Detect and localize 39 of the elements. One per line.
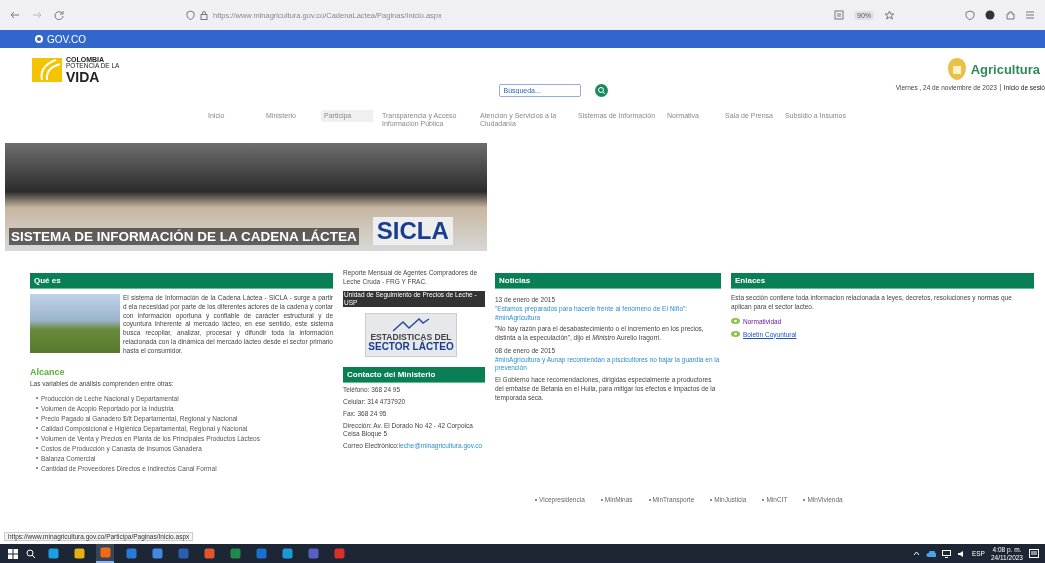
brand-name: Agricultura <box>970 61 1040 77</box>
app-icon[interactable] <box>229 548 241 559</box>
eye-icon[interactable] <box>731 318 740 325</box>
banner-title: SISTEMA DE INFORMACIÓN DE LA CADENA LÁCTEA <box>9 228 359 245</box>
section-heading: Noticias <box>495 273 721 289</box>
back-icon[interactable] <box>10 10 20 20</box>
app-icon[interactable] <box>203 548 215 559</box>
section-heading: Contacto del Ministerio <box>343 367 485 384</box>
search-icon[interactable] <box>26 548 36 559</box>
shield-icon[interactable] <box>186 10 195 20</box>
shield-icon[interactable] <box>965 10 975 20</box>
statistics-banner[interactable]: ESTADISTICAS DEL SECTOR LÁCTEO <box>365 313 457 358</box>
reload-icon[interactable] <box>54 10 64 20</box>
banner-text: SECTOR LÁCTEO <box>368 342 454 353</box>
lock-icon[interactable] <box>200 10 208 20</box>
app-icon[interactable] <box>125 548 137 559</box>
windows-icon[interactable] <box>8 548 18 559</box>
app-icon[interactable] <box>151 548 163 559</box>
section-title: Alcance <box>30 367 66 378</box>
eye-icon[interactable] <box>731 331 740 338</box>
section-heading: Qué es <box>30 273 333 289</box>
caret-icon[interactable] <box>912 551 920 556</box>
app-icon[interactable] <box>47 548 59 559</box>
network-icon[interactable] <box>941 549 951 558</box>
banner-acronym: SICLA <box>372 217 453 245</box>
reader-icon[interactable] <box>834 10 844 20</box>
cloud-icon[interactable] <box>925 550 936 557</box>
app-icon[interactable] <box>73 548 85 559</box>
app-icon[interactable] <box>281 548 293 559</box>
star-icon[interactable] <box>884 9 895 21</box>
speaker-icon[interactable] <box>956 549 966 558</box>
chart-line-icon[interactable] <box>391 318 431 333</box>
account-icon[interactable] <box>985 10 995 20</box>
app-icon[interactable] <box>333 548 345 559</box>
notification-icon[interactable] <box>1029 548 1039 559</box>
gov-logo-text[interactable]: GOV.CO <box>47 33 87 45</box>
banner-text: ESTADISTICAS DEL <box>370 333 452 343</box>
section-heading: Enlaces <box>731 273 1034 289</box>
logo-text: VIDA <box>66 69 101 84</box>
